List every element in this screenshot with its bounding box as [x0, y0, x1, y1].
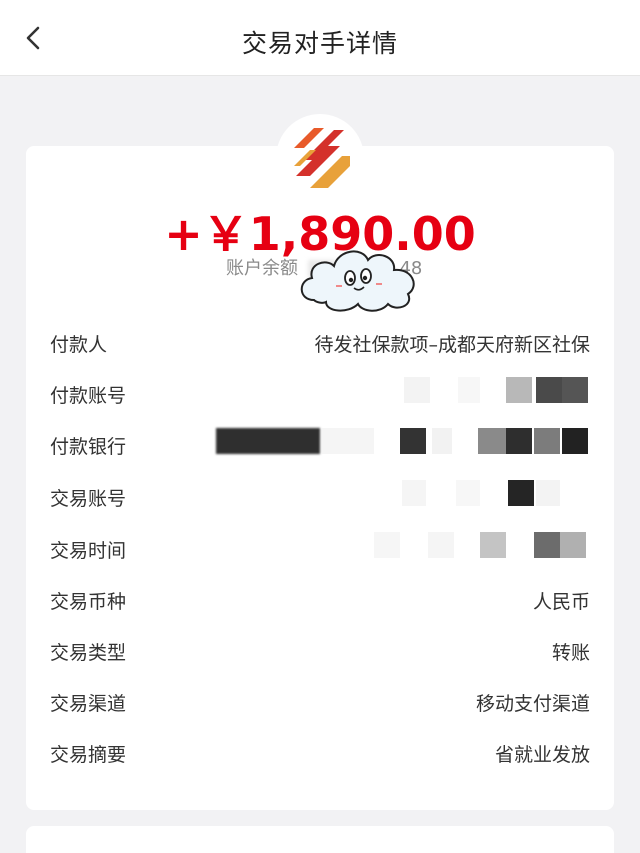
detail-value: 省就业发放	[494, 744, 590, 766]
detail-value: 转账	[551, 642, 590, 664]
detail-row-transaction-account: 交易账号	[50, 480, 590, 512]
detail-label: 交易账号	[50, 488, 127, 510]
detail-row-payer-account: 付款账号	[50, 377, 590, 409]
detail-value: 移动支付渠道	[475, 693, 590, 715]
balance-label: 账户余额	[226, 258, 298, 279]
detail-row-transaction-type: 交易类型 转账	[50, 638, 590, 666]
secondary-card	[26, 826, 614, 853]
detail-label: 付款人	[50, 334, 108, 356]
detail-label: 交易时间	[50, 540, 127, 562]
masked-value	[390, 480, 590, 508]
detail-label: 交易摘要	[50, 744, 127, 766]
cloud-sticker-icon	[300, 250, 415, 312]
detail-label: 交易币种	[50, 591, 127, 613]
detail-row-payer-bank: 付款银行	[50, 428, 590, 460]
detail-row-currency: 交易币种 人民币	[50, 587, 590, 615]
detail-label: 付款银行	[50, 436, 127, 458]
detail-row-payer: 付款人 待发社保款项–成都天府新区社保	[50, 330, 590, 358]
masked-value	[370, 532, 590, 560]
masked-value	[390, 377, 590, 405]
page-title: 交易对手详情	[241, 29, 398, 58]
detail-value: 待发社保款项–成都天府新区社保	[314, 334, 590, 356]
detail-row-channel: 交易渠道 移动支付渠道	[50, 689, 590, 717]
bank-logo-icon	[294, 128, 350, 188]
bank-logo	[276, 114, 364, 202]
detail-label: 交易渠道	[50, 693, 127, 715]
masked-value	[210, 428, 590, 456]
detail-row-transaction-time: 交易时间	[50, 532, 590, 564]
detail-value: 人民币	[532, 591, 590, 613]
detail-label: 交易类型	[50, 642, 127, 664]
detail-row-summary: 交易摘要 省就业发放	[50, 740, 590, 768]
detail-label: 付款账号	[50, 385, 127, 407]
top-nav-bar: 交易对手详情	[0, 0, 640, 76]
